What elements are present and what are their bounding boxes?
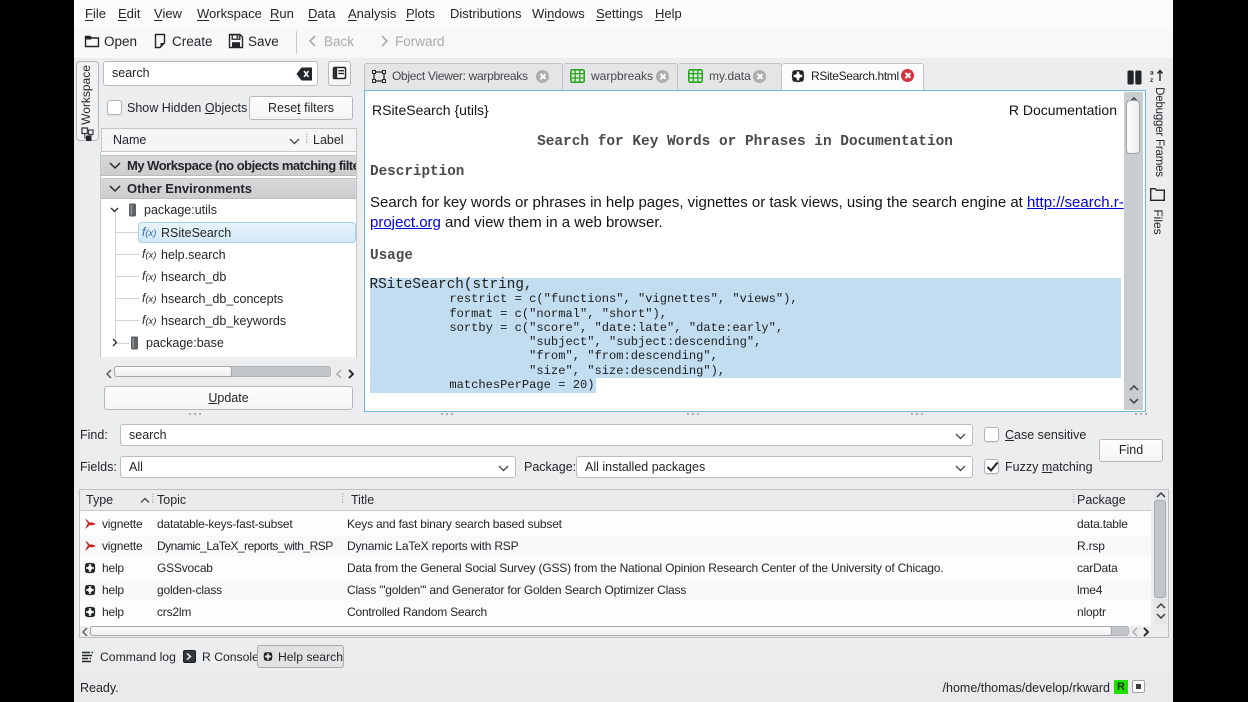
svg-text:a: a xyxy=(1150,70,1154,77)
